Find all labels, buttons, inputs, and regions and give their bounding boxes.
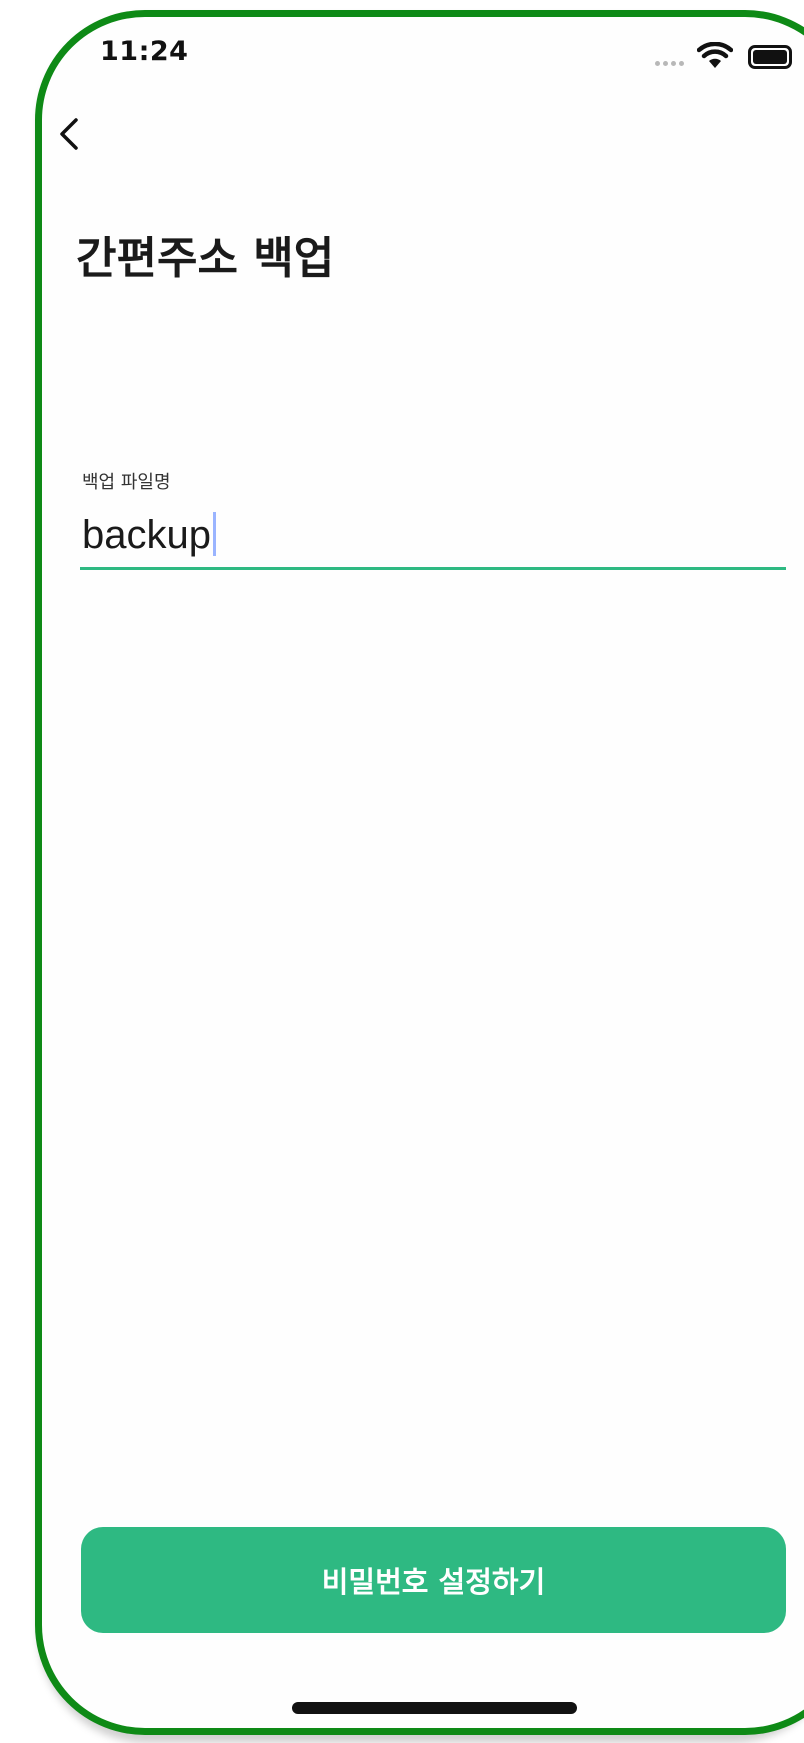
filename-field — [80, 504, 786, 570]
filename-label: 백업 파일명 — [82, 472, 171, 493]
app-screen: 11:24 간편주소 백업 백업 파일명 비밀번호 설정하기 — [0, 0, 804, 1743]
filename-input[interactable] — [80, 504, 786, 566]
status-time: 11:24 — [100, 36, 189, 67]
wifi-icon — [697, 42, 733, 68]
set-password-button[interactable]: 비밀번호 설정하기 — [81, 1527, 786, 1633]
signal-dots-icon — [655, 61, 689, 66]
chevron-left-icon — [60, 118, 78, 150]
home-indicator[interactable] — [292, 1702, 577, 1714]
battery-icon — [748, 45, 792, 69]
back-button[interactable] — [52, 114, 92, 158]
page-title: 간편주소 백업 — [76, 233, 335, 284]
text-caret — [213, 512, 216, 556]
